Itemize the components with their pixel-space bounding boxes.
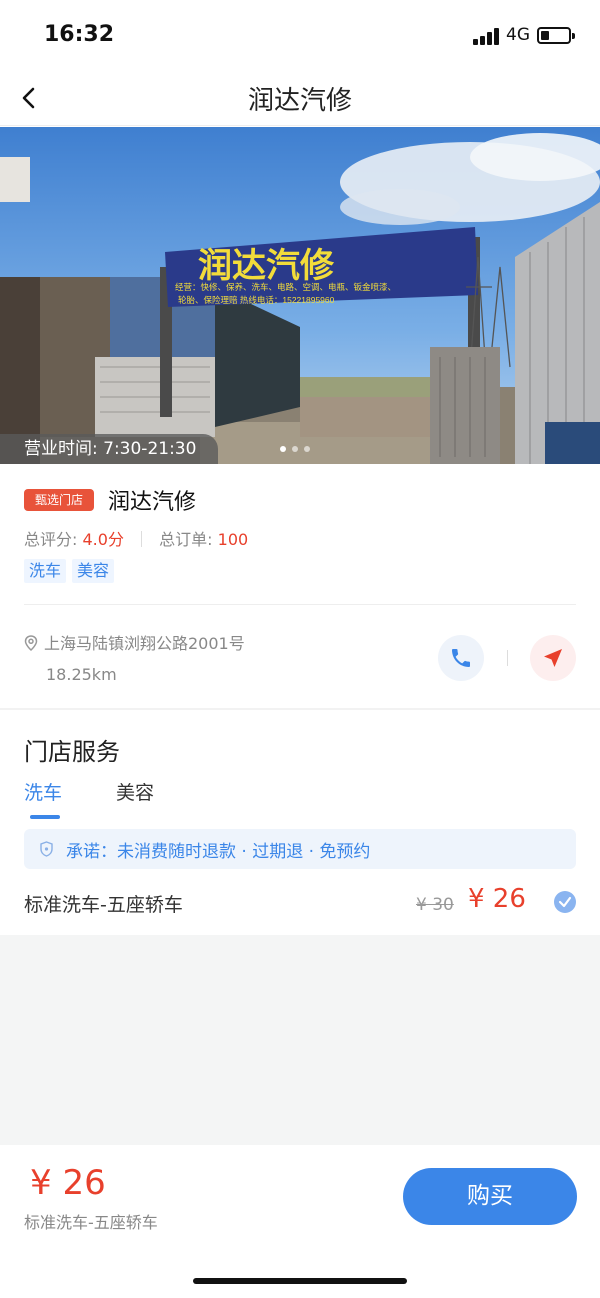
signal-icon	[473, 27, 501, 45]
carousel-indicator	[280, 437, 316, 456]
phone-icon	[452, 649, 470, 667]
featured-store-badge: 甄选门店	[24, 489, 94, 511]
section-divider	[0, 708, 600, 710]
page-title: 润达汽修	[247, 86, 352, 116]
selected-item-name: 标准洗车-五座轿车	[24, 1213, 158, 1232]
store-detail-page: 16:32 4G 润达汽修 润达汽修 经营：快修、保养、洗车、电路、空调、电瓶、…	[0, 0, 600, 1298]
store-photo: 润达汽修 经营：快修、保养、洗车、电路、空调、电瓶、钣金喷漆、 轮胎、保险理赔 …	[0, 127, 600, 464]
nav-bar: 润达汽修	[0, 70, 600, 126]
service-tag: 美容	[72, 559, 115, 583]
orders-value: 100	[217, 530, 249, 549]
tab-beauty[interactable]: 美容	[116, 778, 154, 805]
service-item-name[interactable]: 标准洗车-五座轿车	[24, 890, 183, 917]
orders-label: 总订单:	[159, 530, 213, 549]
sign-title: 润达汽修	[198, 247, 335, 285]
battery-icon	[537, 27, 575, 44]
rating-value: 4.0分	[82, 530, 124, 549]
services-title: 门店服务	[24, 738, 120, 766]
navigation-arrow-icon	[544, 649, 562, 667]
buy-button[interactable]: 购买	[403, 1168, 577, 1225]
promise-text: 承诺：未消费随时退款 · 过期退 · 免预约	[66, 842, 371, 862]
promise-banner: 承诺：未消费随时退款 · 过期退 · 免预约	[24, 829, 576, 869]
home-indicator[interactable]	[193, 1278, 407, 1284]
service-tag: 洗车	[24, 559, 67, 583]
service-tags: 洗车 美容	[24, 559, 120, 583]
empty-content-area	[0, 935, 600, 1145]
selected-check-button[interactable]	[554, 891, 576, 913]
carousel-dot	[292, 446, 298, 452]
rating-label: 总评分:	[24, 530, 78, 549]
store-stats: 总评分: 4.0分 总订单: 100	[24, 526, 248, 550]
store-photo-carousel[interactable]: 润达汽修 经营：快修、保养、洗车、电路、空调、电瓶、钣金喷漆、 轮胎、保险理赔 …	[0, 127, 600, 464]
store-distance: 18.25km	[46, 665, 117, 684]
store-name: 润达汽修	[108, 490, 197, 515]
sign-subtext-1: 经营：快修、保养、洗车、电路、空调、电瓶、钣金喷漆、	[175, 282, 396, 292]
sign-subtext-2: 轮胎、保险理赔 热线电话：15221895960	[178, 295, 335, 305]
store-address[interactable]: 上海马陆镇浏翔公路2001号	[24, 630, 245, 654]
status-bar: 16:32 4G	[0, 0, 600, 70]
total-price: ¥ 26	[30, 1163, 106, 1203]
carousel-dot	[304, 446, 310, 452]
divider	[24, 604, 576, 605]
call-button[interactable]	[438, 635, 484, 681]
original-price: ¥ 30	[416, 895, 454, 915]
network-type: 4G	[506, 25, 530, 45]
stats-divider	[141, 531, 143, 547]
sale-price: ¥ 26	[468, 884, 526, 914]
status-time: 16:32	[44, 22, 115, 47]
checkmark-icon	[558, 896, 572, 908]
business-hours-badge: 营业时间: 7:30-21:30	[0, 434, 219, 464]
address-text: 上海马陆镇浏翔公路2001号	[44, 634, 245, 653]
location-pin-icon	[24, 635, 38, 652]
active-tab-indicator	[30, 815, 60, 819]
navigate-button[interactable]	[530, 635, 576, 681]
shield-icon	[40, 841, 53, 857]
carousel-dot	[280, 446, 286, 452]
tab-car-wash[interactable]: 洗车	[24, 778, 62, 805]
action-divider	[507, 650, 508, 666]
